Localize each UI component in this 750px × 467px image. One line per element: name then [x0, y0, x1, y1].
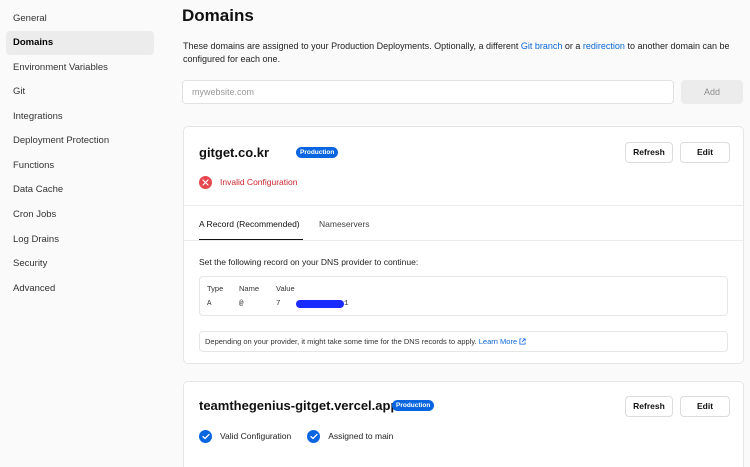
sidebar-item-general[interactable]: General — [6, 7, 154, 31]
propagation-note: Depending on your provider, it might tak… — [199, 331, 728, 352]
status-text: Invalid Configuration — [220, 177, 298, 187]
sidebar-item-security[interactable]: Security — [6, 252, 154, 276]
note-text: Depending on your provider, it might tak… — [205, 337, 477, 346]
add-domain-button[interactable]: Add — [681, 80, 743, 104]
column-header-value: Value — [276, 284, 295, 293]
external-link-icon — [519, 338, 526, 345]
dns-instruction: Set the following record on your DNS pro… — [199, 257, 419, 267]
record-type[interactable]: A — [207, 300, 212, 308]
sidebar-item-advanced[interactable]: Advanced — [6, 277, 154, 301]
tab-nameservers[interactable]: Nameservers — [319, 219, 370, 229]
domain-input[interactable]: mywebsite.com — [182, 80, 674, 104]
edit-button[interactable]: Edit — [680, 396, 730, 417]
divider — [184, 240, 743, 241]
config-status: Invalid Configuration — [199, 175, 298, 189]
check-circle-icon — [199, 429, 212, 443]
learn-more-label: Learn More — [478, 337, 518, 346]
check-circle-icon — [307, 429, 321, 443]
sidebar-item-git[interactable]: Git — [6, 80, 154, 104]
domain-name[interactable]: teamthegenius-gitget.vercel.app — [199, 398, 398, 413]
settings-sidebar: General Domains Environment Variables Gi… — [0, 0, 160, 467]
learn-more-link[interactable]: Learn More — [479, 337, 526, 346]
status-text: Valid Configuration — [220, 431, 292, 441]
refresh-button[interactable]: Refresh — [625, 396, 673, 417]
production-badge: Production — [392, 400, 435, 411]
edit-button[interactable]: Edit — [680, 142, 730, 163]
divider — [184, 205, 743, 206]
sidebar-item-integrations[interactable]: Integrations — [6, 105, 154, 129]
tab-a-record[interactable]: A Record (Recommended) — [199, 219, 300, 229]
sidebar-item-functions[interactable]: Functions — [6, 154, 154, 178]
column-header-name: Name — [239, 284, 260, 293]
sidebar-item-domains[interactable]: Domains — [6, 31, 154, 55]
config-status: Valid Configuration Assigned to main — [199, 429, 393, 443]
sidebar-item-cron-jobs[interactable]: Cron Jobs — [6, 203, 154, 227]
git-branch-link[interactable]: Git branch — [521, 41, 563, 51]
main-content: Domains These domains are assigned to yo… — [166, 0, 750, 467]
error-icon — [199, 175, 212, 189]
domain-name[interactable]: gitget.co.kr — [199, 145, 269, 160]
record-value-start[interactable]: 7 — [276, 300, 281, 308]
description-text: or a — [562, 41, 583, 51]
sidebar-item-data-cache[interactable]: Data Cache — [6, 178, 154, 202]
sidebar-item-environment-variables[interactable]: Environment Variables — [6, 56, 154, 80]
production-badge: Production — [296, 147, 339, 158]
page-description: These domains are assigned to your Produ… — [183, 40, 743, 66]
sidebar-item-log-drains[interactable]: Log Drains — [6, 228, 154, 252]
column-header-type: Type — [207, 284, 224, 293]
dns-record-table: Type Name Value A @ 7 1 — [199, 276, 728, 316]
domain-card: gitget.co.kr Production Refresh Edit Inv… — [183, 126, 744, 364]
record-value-end[interactable]: 1 — [344, 300, 349, 308]
record-name[interactable]: @ — [239, 300, 244, 308]
refresh-button[interactable]: Refresh — [625, 142, 673, 163]
redirection-link[interactable]: redirection — [583, 41, 625, 51]
page-title: Domains — [182, 6, 254, 25]
assigned-branch-text: Assigned to main — [328, 431, 394, 441]
description-text: These domains are assigned to your Produ… — [183, 41, 521, 51]
redaction-mark — [296, 300, 344, 308]
domain-card: teamthegenius-gitget.vercel.app Producti… — [183, 381, 744, 467]
sidebar-item-deployment-protection[interactable]: Deployment Protection — [6, 129, 154, 153]
